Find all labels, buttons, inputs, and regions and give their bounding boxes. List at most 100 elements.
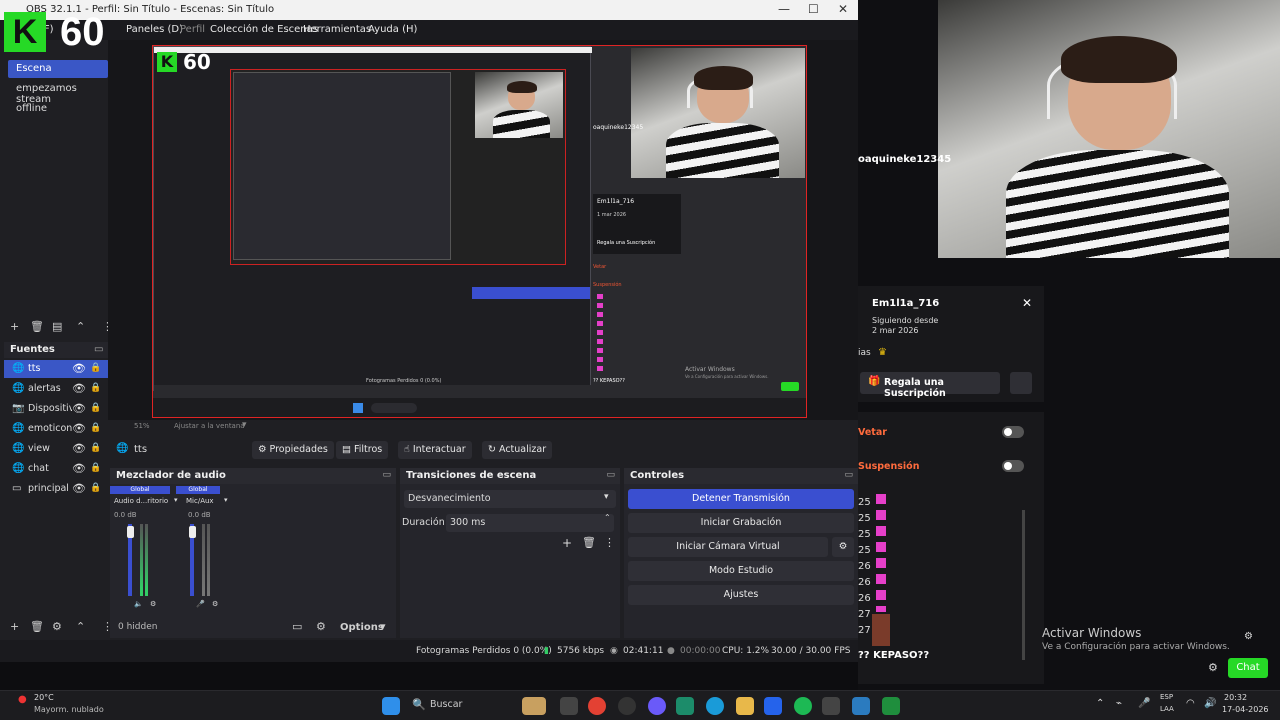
menu-scene-collection[interactable]: Colección de Escenas bbox=[210, 24, 318, 35]
task-view-icon[interactable] bbox=[560, 697, 578, 715]
gear-icon[interactable]: ⚙ bbox=[1208, 661, 1218, 674]
settings-button[interactable]: Ajustes bbox=[628, 585, 854, 605]
lock-icon[interactable]: 🔒 bbox=[90, 423, 101, 433]
chrome-icon[interactable] bbox=[588, 697, 606, 715]
eye-icon[interactable]: 👁 bbox=[72, 462, 86, 475]
app-icon[interactable] bbox=[852, 697, 870, 715]
chevron-down-icon[interactable]: ▾ bbox=[380, 620, 386, 633]
duration-input[interactable]: 300 ms ⌃ bbox=[446, 513, 614, 532]
weather-desc[interactable]: Mayorm. nublado bbox=[34, 705, 104, 714]
source-item[interactable]: 🌐 view 👁 🔒 bbox=[4, 440, 108, 458]
lock-icon[interactable]: 🔒 bbox=[90, 443, 101, 453]
spotify-icon[interactable] bbox=[794, 697, 812, 715]
add-transition-icon[interactable]: + bbox=[562, 536, 572, 550]
mic-icon[interactable]: 🎤 bbox=[1138, 698, 1150, 709]
card-username[interactable]: Em1l1a_716 bbox=[872, 298, 939, 309]
preview-canvas[interactable]: Fotogramas Perdidos 0 (0.0%) K 60 oaquin… bbox=[152, 45, 807, 418]
source-item[interactable]: 🌐 alertas 👁 🔒 bbox=[4, 380, 108, 398]
lang-sub-label[interactable]: LAA bbox=[1160, 705, 1174, 713]
menu-help[interactable]: Ayuda (H) bbox=[368, 24, 417, 35]
app-icon[interactable] bbox=[676, 697, 694, 715]
gear-icon[interactable]: ⚙ bbox=[316, 620, 326, 633]
stop-stream-button[interactable]: Detener Transmisión bbox=[628, 489, 854, 509]
search-highlight-icon[interactable] bbox=[522, 697, 546, 715]
obs-icon[interactable] bbox=[618, 697, 636, 715]
weather-temp[interactable]: 20°C bbox=[34, 693, 54, 702]
network-icon[interactable]: ⌁ bbox=[1116, 698, 1122, 709]
suspension-toggle[interactable] bbox=[1002, 460, 1024, 472]
more-icon[interactable]: ⋮ bbox=[604, 536, 615, 549]
source-item[interactable]: ▭ principal 👁 🔒 bbox=[4, 480, 108, 498]
excel-icon[interactable] bbox=[882, 697, 900, 715]
eye-icon[interactable]: 👁 bbox=[72, 442, 86, 455]
search-icon[interactable]: 🔍 bbox=[412, 698, 426, 711]
maximize-icon[interactable]: ☐ bbox=[808, 2, 819, 16]
transition-select[interactable]: Desvanecimiento ▾ bbox=[404, 490, 616, 508]
menu-profile[interactable]: Perfil bbox=[180, 24, 205, 35]
refresh-button[interactable]: ↻ Actualizar bbox=[482, 441, 553, 459]
eye-icon[interactable]: 👁 bbox=[72, 422, 86, 435]
chat-button[interactable]: Chat bbox=[1228, 658, 1268, 678]
source-item[interactable]: 📷 Dispositiv 👁 🔒 bbox=[4, 400, 108, 418]
vetar-toggle[interactable] bbox=[1002, 426, 1024, 438]
mute-icon[interactable]: 🔈 bbox=[134, 600, 143, 608]
wifi-icon[interactable]: ◠ bbox=[1186, 698, 1195, 709]
eye-icon[interactable]: 👁 bbox=[72, 362, 86, 375]
mute-icon[interactable]: 🎤 bbox=[196, 600, 205, 608]
lock-icon[interactable]: 🔒 bbox=[90, 403, 101, 413]
tray-chevron-icon[interactable]: ⌃ bbox=[1096, 698, 1104, 709]
source-item[interactable]: 🌐 tts 👁 🔒 bbox=[4, 360, 108, 378]
start-virtualcam-button[interactable]: Iniciar Cámara Virtual bbox=[628, 537, 828, 557]
chat-username[interactable]: oaquineke12345 bbox=[858, 154, 951, 165]
search-label[interactable]: Buscar bbox=[430, 699, 462, 710]
lang-label[interactable]: ESP bbox=[1160, 693, 1173, 701]
menu-docks[interactable]: Paneles (D) bbox=[126, 24, 183, 35]
chevron-down-icon[interactable]: ▾ bbox=[174, 496, 178, 504]
move-up-icon[interactable]: ⌃ bbox=[76, 320, 85, 333]
eye-icon[interactable]: 👁 bbox=[72, 482, 86, 495]
edge-icon[interactable] bbox=[706, 697, 724, 715]
clock-time[interactable]: 20:32 bbox=[1224, 693, 1247, 702]
virtualcam-settings-button[interactable]: ⚙ bbox=[832, 537, 854, 557]
layout-icon[interactable]: ▭ bbox=[292, 620, 302, 633]
scrollbar[interactable] bbox=[1022, 510, 1025, 660]
chevron-down-icon[interactable]: ▾ bbox=[224, 496, 228, 504]
scene-item[interactable]: Escena bbox=[8, 60, 108, 78]
volume-handle[interactable] bbox=[127, 526, 134, 538]
undock-icon[interactable]: ▭ bbox=[606, 470, 615, 480]
lock-icon[interactable]: 🔒 bbox=[90, 483, 101, 493]
zoom-mode[interactable]: Ajustar a la ventana bbox=[174, 422, 245, 430]
scene-item[interactable]: offline bbox=[8, 100, 108, 118]
lock-icon[interactable]: 🔒 bbox=[90, 383, 101, 393]
folder-icon[interactable] bbox=[736, 697, 754, 715]
start-icon[interactable] bbox=[382, 697, 400, 715]
close-icon[interactable]: ✕ bbox=[1022, 296, 1032, 310]
settings-icon[interactable]: ⚙ bbox=[1244, 631, 1253, 642]
undock-icon[interactable]: ▭ bbox=[844, 470, 853, 480]
undock-icon[interactable]: ▭ bbox=[382, 470, 391, 480]
gift-more-button[interactable] bbox=[1010, 372, 1032, 394]
lock-icon[interactable]: 🔒 bbox=[90, 363, 101, 373]
eye-icon[interactable]: 👁 bbox=[72, 382, 86, 395]
discord-icon[interactable] bbox=[648, 697, 666, 715]
volume-handle[interactable] bbox=[189, 526, 196, 538]
close-icon[interactable]: ✕ bbox=[838, 2, 848, 16]
filters-button[interactable]: ▤ Filtros bbox=[336, 441, 389, 459]
eye-icon[interactable]: 👁 bbox=[72, 402, 86, 415]
minimize-icon[interactable]: — bbox=[778, 2, 790, 16]
gear-icon[interactable]: ⚙ bbox=[150, 600, 156, 608]
gift-sub-button[interactable]: 🎁 Regala una Suscripción bbox=[860, 372, 1000, 399]
stepper-up-icon[interactable]: ⌃ bbox=[604, 513, 611, 522]
menu-tools[interactable]: Herramientas bbox=[303, 24, 371, 35]
chevron-down-icon[interactable]: ▾ bbox=[242, 420, 247, 430]
undock-icon[interactable]: ▭ bbox=[94, 344, 103, 355]
remove-scene-icon[interactable]: 🗑 bbox=[30, 320, 44, 333]
options-button[interactable]: Options bbox=[340, 622, 384, 633]
volume-icon[interactable]: 🔊 bbox=[1204, 698, 1216, 709]
app-icon[interactable] bbox=[822, 697, 840, 715]
remove-transition-icon[interactable]: 🗑 bbox=[582, 536, 596, 549]
store-icon[interactable] bbox=[764, 697, 782, 715]
gear-icon[interactable]: ⚙ bbox=[212, 600, 218, 608]
properties-button[interactable]: ⚙ Propiedades bbox=[252, 441, 334, 459]
filter-scene-icon[interactable]: ▤ bbox=[52, 320, 62, 333]
